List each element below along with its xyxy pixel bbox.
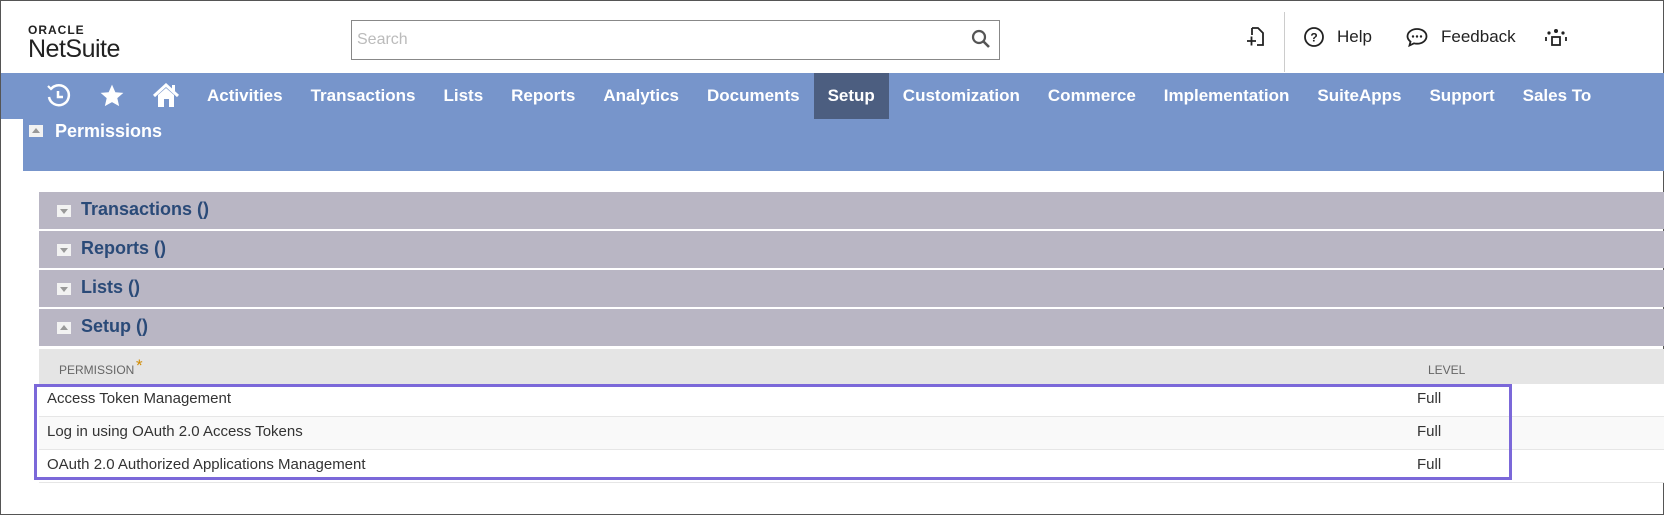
recent-records-icon[interactable]: [31, 73, 85, 119]
create-new-icon[interactable]: [1244, 1, 1266, 73]
global-search: [351, 20, 1000, 60]
column-level: LEVEL: [1428, 363, 1466, 377]
header-divider: [1284, 12, 1285, 72]
permissions-title: Permissions: [55, 121, 163, 141]
section-lists[interactable]: Lists (): [39, 270, 1664, 307]
section-reports[interactable]: Reports (): [39, 231, 1664, 268]
permissions-table-header: PERMISSION * LEVEL: [39, 349, 1664, 384]
collapse-toggle-icon[interactable]: [29, 125, 43, 137]
nav-documents[interactable]: Documents: [693, 73, 814, 119]
permissions-header[interactable]: Permissions: [23, 119, 1664, 171]
required-asterisk: *: [136, 356, 143, 375]
nav-lists[interactable]: Lists: [429, 73, 497, 119]
nav-suiteapps[interactable]: SuiteApps: [1303, 73, 1415, 119]
section-transactions[interactable]: Transactions (): [39, 192, 1664, 229]
nav-reports[interactable]: Reports: [497, 73, 589, 119]
nav-setup[interactable]: Setup: [813, 73, 889, 119]
nav-customization[interactable]: Customization: [889, 73, 1034, 119]
expand-toggle-icon[interactable]: [57, 244, 71, 256]
column-permission: PERMISSION: [59, 363, 135, 377]
chat-bubble-icon: [1406, 28, 1428, 48]
help-icon: ?: [1304, 27, 1324, 47]
home-icon[interactable]: [139, 73, 193, 119]
search-input[interactable]: [352, 21, 952, 59]
expand-toggle-icon[interactable]: [57, 205, 71, 217]
nav-transactions[interactable]: Transactions: [297, 73, 430, 119]
nav-sales-tools[interactable]: Sales To: [1509, 73, 1606, 119]
expand-toggle-icon[interactable]: [57, 283, 71, 295]
main-nav: Activities Transactions Lists Reports An…: [1, 73, 1664, 119]
feedback-link[interactable]: Feedback: [1405, 1, 1516, 73]
roles-icon[interactable]: [1545, 1, 1567, 73]
svg-text:?: ?: [1310, 31, 1317, 45]
help-link[interactable]: ? Help: [1303, 1, 1372, 73]
section-setup[interactable]: Setup (): [39, 309, 1664, 346]
nav-activities[interactable]: Activities: [193, 73, 297, 119]
search-icon[interactable]: [971, 29, 991, 54]
netsuite-logo[interactable]: ORACLE NetSuite: [28, 23, 120, 64]
nav-analytics[interactable]: Analytics: [589, 73, 693, 119]
highlight-box: [34, 384, 1512, 480]
favorites-star-icon[interactable]: [85, 73, 139, 119]
nav-commerce[interactable]: Commerce: [1034, 73, 1150, 119]
nav-implementation[interactable]: Implementation: [1150, 73, 1304, 119]
nav-support[interactable]: Support: [1415, 73, 1508, 119]
collapse-toggle-icon[interactable]: [57, 322, 71, 334]
